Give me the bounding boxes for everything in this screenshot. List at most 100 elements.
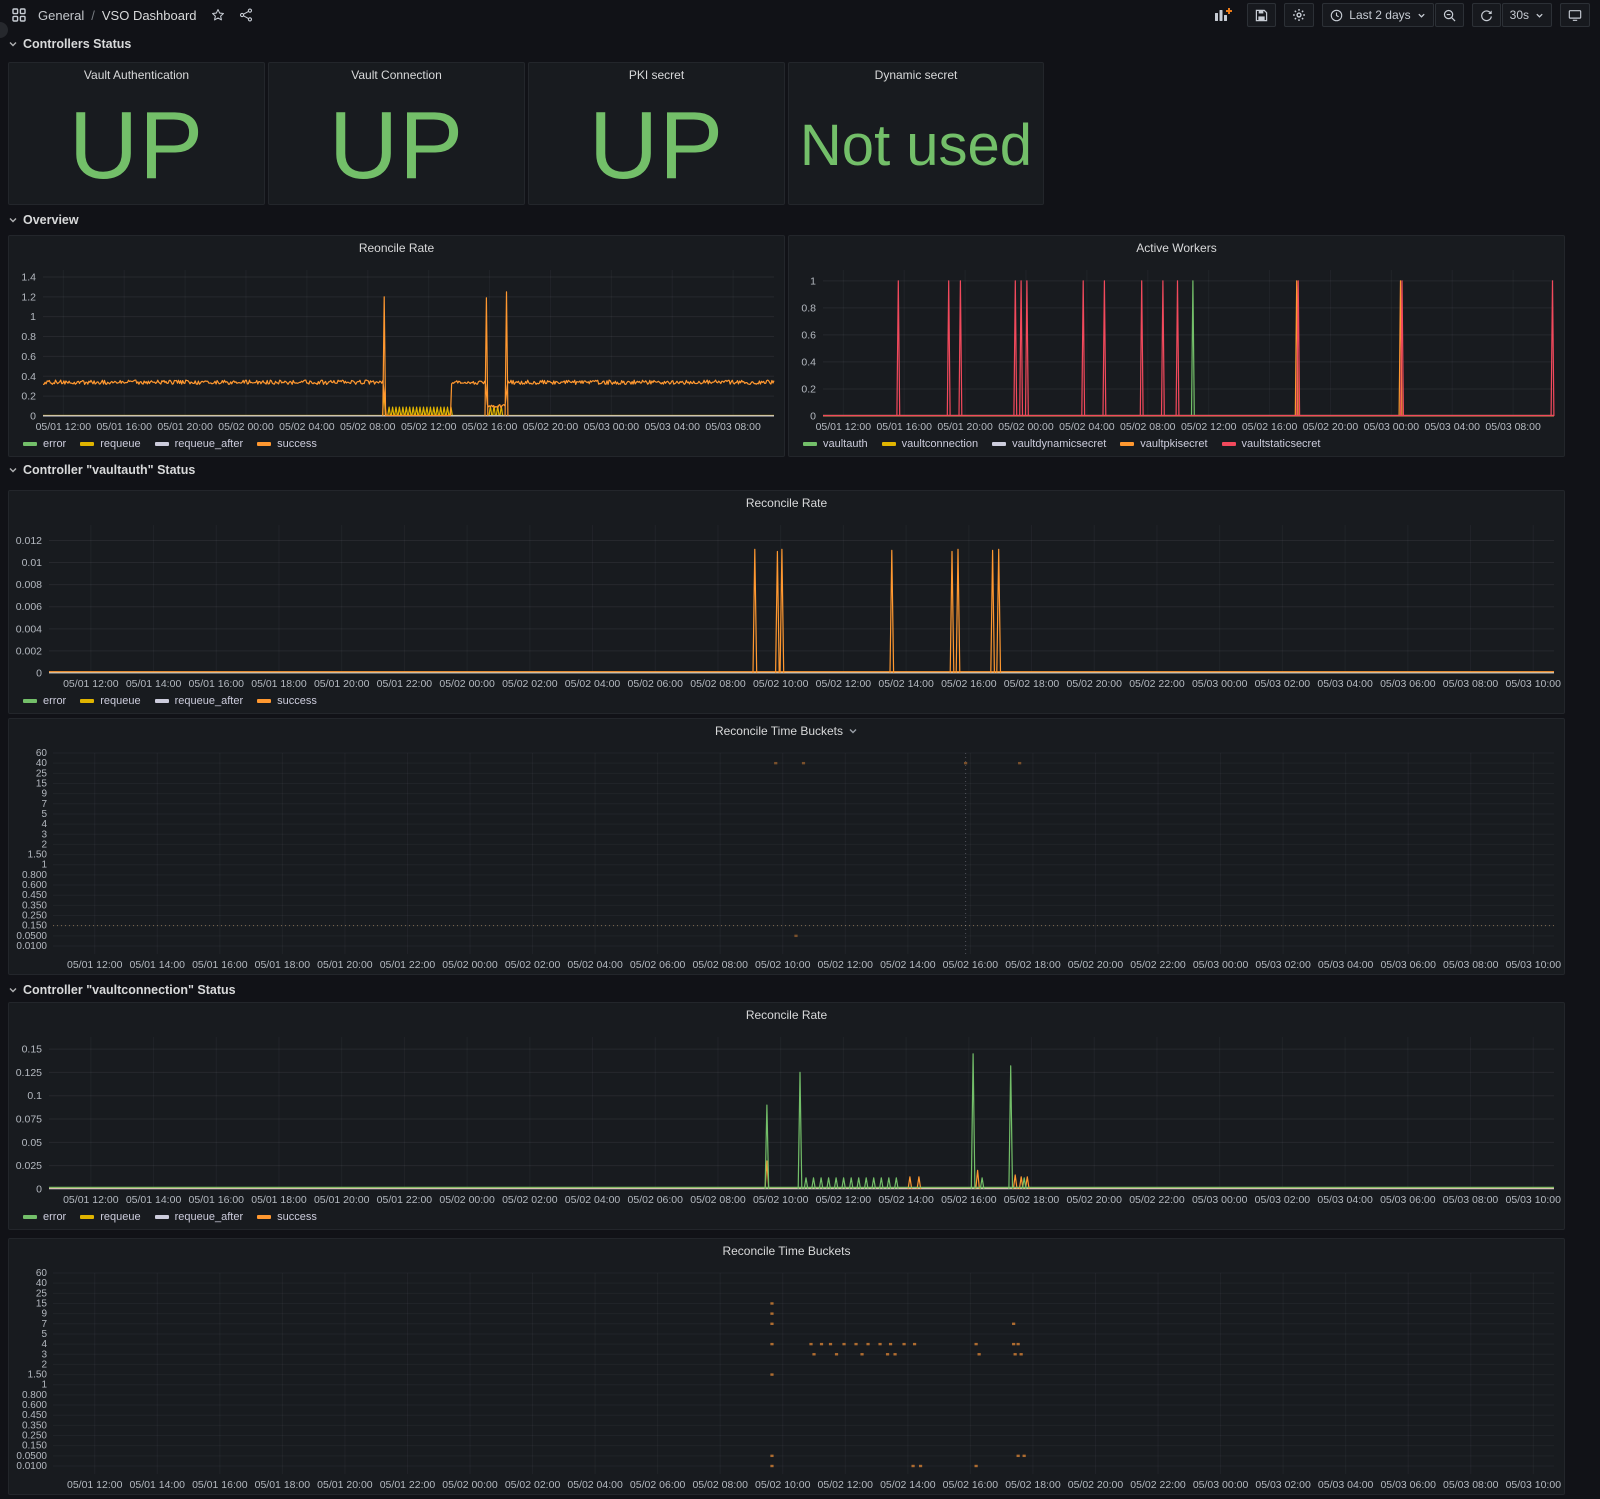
svg-text:05/02 08:00: 05/02 08:00 [1120, 421, 1176, 433]
add-panel-button[interactable] [1207, 3, 1239, 27]
panel-title[interactable]: Reconcile Rate [9, 491, 1564, 515]
svg-text:05/01 12:00: 05/01 12:00 [67, 959, 123, 971]
heatmap-chart[interactable]: 05/01 12:0005/01 14:0005/01 16:0005/01 1… [9, 1263, 1564, 1494]
svg-text:05/02 00:00: 05/02 00:00 [439, 678, 495, 690]
svg-text:05/02 00:00: 05/02 00:00 [442, 1479, 498, 1491]
svg-text:05/02 12:00: 05/02 12:00 [816, 1194, 872, 1206]
svg-text:05/01 18:00: 05/01 18:00 [255, 959, 311, 971]
legend-item-success[interactable]: success [257, 438, 317, 450]
section-controllers-status[interactable]: Controllers Status [8, 36, 131, 52]
svg-text:05/03 02:00: 05/03 02:00 [1255, 959, 1311, 971]
section-controller-vaultconnection[interactable]: Controller "vaultconnection" Status [8, 982, 236, 998]
refresh-button[interactable] [1472, 3, 1501, 27]
svg-text:0.012: 0.012 [16, 535, 42, 547]
svg-text:05/02 08:00: 05/02 08:00 [340, 421, 396, 433]
refresh-interval-picker[interactable]: 30s [1502, 3, 1552, 27]
svg-text:05/02 12:00: 05/02 12:00 [818, 959, 874, 971]
legend-item-vaultdynamicsecret[interactable]: vaultdynamicsecret [992, 438, 1106, 450]
star-icon[interactable] [209, 6, 227, 24]
svg-text:05/02 16:00: 05/02 16:00 [941, 1194, 997, 1206]
panel-title[interactable]: Active Workers [789, 236, 1564, 260]
time-range-picker[interactable]: Last 2 days [1322, 3, 1433, 27]
legend-color-dash [155, 699, 169, 703]
svg-text:05/01 16:00: 05/01 16:00 [192, 1479, 248, 1491]
legend-item-vaultconnection[interactable]: vaultconnection [882, 438, 978, 450]
svg-text:0.4: 0.4 [801, 356, 816, 368]
panel-title[interactable]: Reconcile Time Buckets [9, 1239, 1564, 1263]
legend-item-requeue[interactable]: requeue [80, 695, 140, 707]
panel-title[interactable]: Reconcile Time Buckets [9, 719, 1564, 743]
svg-text:05/02 08:00: 05/02 08:00 [692, 1479, 748, 1491]
section-overview[interactable]: Overview [8, 212, 79, 228]
panel-title[interactable]: Vault Authentication [9, 63, 264, 87]
chart-legend: error requeue requeue_after success [9, 436, 784, 456]
svg-text:05/03 06:00: 05/03 06:00 [1380, 678, 1436, 690]
legend-item-vaultstaticsecret[interactable]: vaultstaticsecret [1222, 438, 1321, 450]
svg-text:05/01 16:00: 05/01 16:00 [189, 678, 245, 690]
svg-text:05/03 08:00: 05/03 08:00 [1443, 1479, 1499, 1491]
panel-title[interactable]: Vault Connection [269, 63, 524, 87]
legend-item-requeue_after[interactable]: requeue_after [155, 438, 244, 450]
panel-vaultconnection-reconcile-rate: Reconcile Rate 05/01 12:0005/01 14:0005/… [8, 1002, 1565, 1230]
legend-item-requeue[interactable]: requeue [80, 438, 140, 450]
svg-text:05/02 06:00: 05/02 06:00 [630, 959, 686, 971]
legend-color-dash [257, 699, 271, 703]
svg-text:0.05: 0.05 [22, 1137, 43, 1149]
svg-text:05/01 18:00: 05/01 18:00 [251, 1194, 307, 1206]
zoom-out-time-button[interactable] [1435, 3, 1464, 27]
chart-legend: error requeue requeue_after success [9, 693, 1564, 713]
heatmap-chart[interactable]: 05/01 12:0005/01 14:0005/01 16:0005/01 1… [9, 743, 1564, 974]
svg-text:0.01: 0.01 [22, 557, 43, 569]
legend-label: error [43, 695, 66, 707]
legend-item-error[interactable]: error [23, 438, 66, 450]
legend-color-dash [803, 442, 817, 446]
svg-text:05/03 04:00: 05/03 04:00 [645, 421, 701, 433]
timeseries-chart[interactable]: 05/01 12:0005/01 16:0005/01 20:0005/02 0… [789, 260, 1564, 436]
svg-text:05/01 12:00: 05/01 12:00 [63, 678, 119, 690]
section-controller-vaultauth[interactable]: Controller "vaultauth" Status [8, 462, 195, 478]
svg-text:05/03 10:00: 05/03 10:00 [1506, 1194, 1562, 1206]
cycle-view-mode-button[interactable] [1560, 3, 1590, 27]
svg-text:05/01 22:00: 05/01 22:00 [377, 678, 433, 690]
apps-grid-icon[interactable] [10, 6, 28, 24]
stat-value: Not used [800, 117, 1032, 175]
timeseries-chart[interactable]: 05/01 12:0005/01 14:0005/01 16:0005/01 1… [9, 1027, 1564, 1209]
svg-text:05/03 00:00: 05/03 00:00 [1192, 678, 1248, 690]
legend-color-dash [882, 442, 896, 446]
panel-title[interactable]: Reconcile Rate [9, 1003, 1564, 1027]
panel-active-workers: Active Workers 05/01 12:0005/01 16:0005/… [788, 235, 1565, 457]
svg-text:05/03 04:00: 05/03 04:00 [1318, 1479, 1374, 1491]
dashboard-settings-button[interactable] [1284, 3, 1314, 27]
breadcrumb-folder[interactable]: General [38, 8, 84, 23]
svg-text:05/03 08:00: 05/03 08:00 [705, 421, 761, 433]
panel-menu-chevron-icon [848, 726, 858, 736]
legend-item-vaultauth[interactable]: vaultauth [803, 438, 868, 450]
svg-text:05/02 18:00: 05/02 18:00 [1004, 678, 1060, 690]
panel-vaultauth-time-buckets: Reconcile Time Buckets 05/01 12:0005/01 … [8, 718, 1565, 975]
svg-text:05/02 20:00: 05/02 20:00 [1303, 421, 1359, 433]
svg-text:0.075: 0.075 [16, 1114, 42, 1126]
panel-title[interactable]: Reoncile Rate [9, 236, 784, 260]
svg-text:0.8: 0.8 [801, 302, 816, 314]
legend-item-error[interactable]: error [23, 695, 66, 707]
legend-item-success[interactable]: success [257, 1211, 317, 1223]
legend-item-success[interactable]: success [257, 695, 317, 707]
legend-item-requeue[interactable]: requeue [80, 1211, 140, 1223]
svg-text:05/02 16:00: 05/02 16:00 [1242, 421, 1298, 433]
legend-label: vaultauth [823, 438, 868, 450]
legend-label: requeue_after [175, 438, 244, 450]
svg-text:05/01 20:00: 05/01 20:00 [314, 678, 370, 690]
panel-title[interactable]: Dynamic secret [789, 63, 1043, 87]
legend-label: requeue [100, 438, 140, 450]
legend-item-requeue_after[interactable]: requeue_after [155, 695, 244, 707]
timeseries-chart[interactable]: 05/01 12:0005/01 16:0005/01 20:0005/02 0… [9, 260, 784, 436]
share-icon[interactable] [237, 6, 255, 24]
page-title[interactable]: VSO Dashboard [102, 8, 197, 23]
legend-item-error[interactable]: error [23, 1211, 66, 1223]
legend-item-vaultpkisecret[interactable]: vaultpkisecret [1120, 438, 1207, 450]
save-dashboard-button[interactable] [1247, 3, 1276, 27]
svg-text:05/02 12:00: 05/02 12:00 [1181, 421, 1237, 433]
timeseries-chart[interactable]: 05/01 12:0005/01 14:0005/01 16:0005/01 1… [9, 515, 1564, 693]
legend-item-requeue_after[interactable]: requeue_after [155, 1211, 244, 1223]
panel-title[interactable]: PKI secret [529, 63, 784, 87]
